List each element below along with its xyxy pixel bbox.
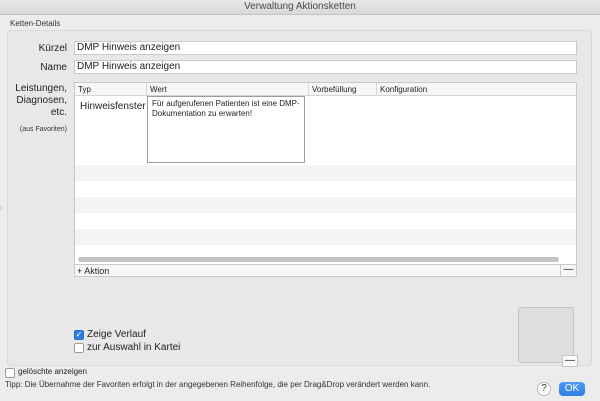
window-titlebar: Verwaltung Aktionsketten: [0, 0, 600, 15]
table-button-bar: + Aktion —: [74, 265, 577, 277]
table-row-stripe: [75, 229, 576, 245]
kuerzel-input[interactable]: DMP Hinweis anzeigen: [74, 41, 577, 55]
window-title: Verwaltung Aktionsketten: [244, 1, 356, 12]
column-header-wert[interactable]: Wert: [147, 83, 309, 96]
horizontal-scrollbar[interactable]: [78, 257, 559, 262]
leistungen-label-line: Diagnosen,: [16, 95, 67, 106]
column-header-konfiguration[interactable]: Konfiguration: [377, 83, 576, 96]
group-title: Ketten-Details: [10, 19, 61, 28]
zur-auswahl-label: zur Auswahl in Kartei: [87, 342, 181, 353]
help-button[interactable]: ?: [537, 382, 551, 396]
tip-text: Tipp: Die Übernahme der Favoriten erfolg…: [5, 380, 431, 389]
table-row-stripe: [75, 165, 576, 181]
cell-typ: Hinweisfenster: [80, 101, 146, 112]
geloeschte-anzeigen-label: gelöschte anzeigen: [18, 367, 87, 376]
kuerzel-label: Kürzel: [38, 43, 67, 54]
leistungen-label: Leistungen, Diagnosen, etc.: [10, 83, 67, 119]
column-header-typ[interactable]: Typ: [75, 83, 147, 96]
remove-aktion-button[interactable]: —: [560, 265, 576, 277]
leistungen-label-line: Leistungen,: [15, 83, 67, 94]
preview-remove-button[interactable]: —: [562, 355, 578, 367]
ok-button[interactable]: OK: [559, 382, 585, 396]
column-header-vorbefuellung[interactable]: Vorbefüllung: [309, 83, 377, 96]
add-aktion-button[interactable]: + Aktion: [77, 265, 109, 277]
name-label: Name: [40, 62, 67, 73]
table-header: Typ Wert Vorbefüllung Konfiguration: [75, 83, 576, 96]
cell-wert-textarea[interactable]: Für aufgerufenen Patienten ist eine DMP-…: [147, 96, 305, 163]
aktionen-table[interactable]: Typ Wert Vorbefüllung Konfiguration Hinw…: [74, 82, 577, 265]
zur-auswahl-checkbox[interactable]: [74, 343, 84, 353]
name-input[interactable]: DMP Hinweis anzeigen: [74, 60, 577, 74]
leistungen-label-line: etc.: [50, 107, 67, 118]
zeige-verlauf-label: Zeige Verlauf: [87, 329, 146, 340]
resize-handle-icon[interactable]: ›: [0, 205, 2, 212]
favoriten-note: (aus Favoriten): [19, 126, 67, 133]
geloeschte-anzeigen-checkbox[interactable]: [5, 368, 15, 378]
table-row-stripe: [75, 197, 576, 213]
zeige-verlauf-checkbox[interactable]: ✓: [74, 330, 84, 340]
